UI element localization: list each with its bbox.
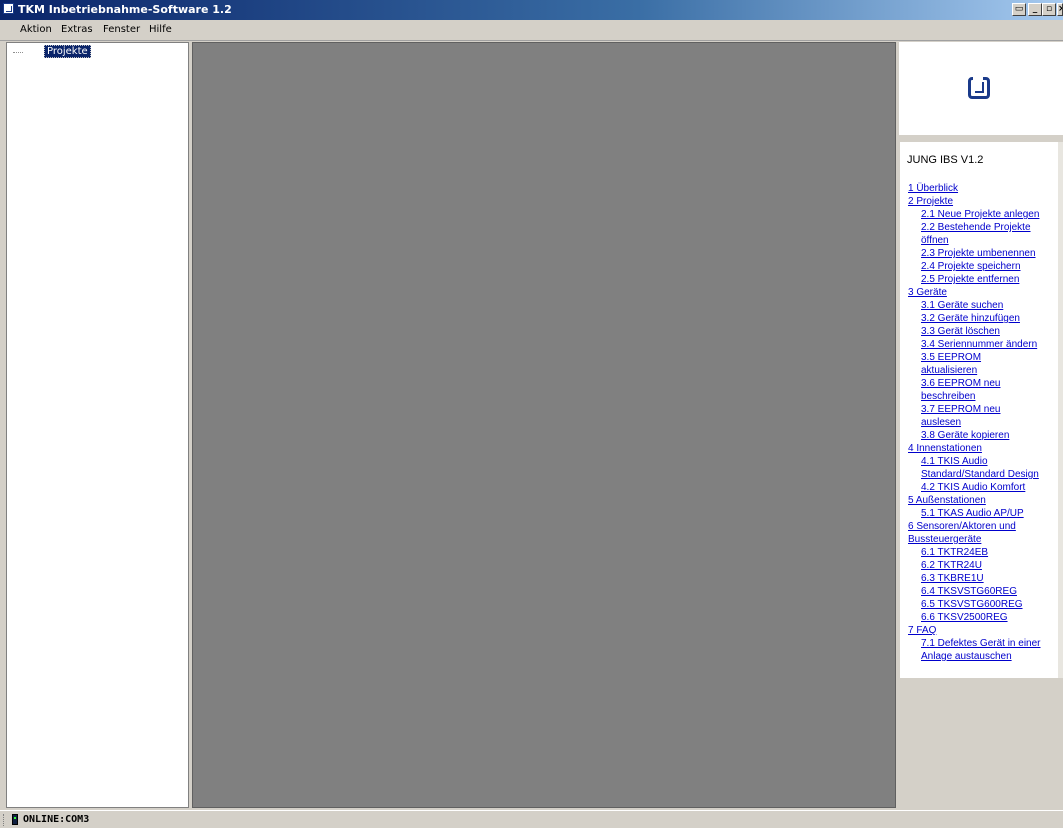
- help-link-aussenstationen[interactable]: 5 Außenstationen: [908, 494, 986, 507]
- help-link-sensoren-cont[interactable]: Bussteuergeräte: [908, 533, 981, 546]
- help-link-tksvstg60reg[interactable]: 6.4 TKSVSTG60REG: [921, 585, 1017, 598]
- close-button[interactable]: ×: [1057, 3, 1063, 16]
- help-scrollbar[interactable]: [1058, 142, 1063, 678]
- connection-status-text: ONLINE:COM3: [23, 814, 90, 825]
- help-link-geraete-suchen[interactable]: 3.1 Geräte suchen: [921, 299, 1003, 312]
- status-grip: [3, 814, 6, 826]
- help-title: JUNG IBS V1.2: [907, 154, 984, 166]
- app-logo-icon[interactable]: [3, 3, 14, 14]
- restore-icon[interactable]: ▭: [1012, 3, 1026, 16]
- tree-node-projekte[interactable]: Projekte: [44, 45, 91, 58]
- help-panel: JUNG IBS V1.2 1 Überblick 2 Projekte 2.1…: [900, 142, 1063, 678]
- menu-hilfe[interactable]: Hilfe: [149, 24, 172, 35]
- help-link-eeprom-auslesen[interactable]: 3.7 EEPROM neu: [921, 403, 1000, 416]
- menu-fenster[interactable]: Fenster: [103, 24, 140, 35]
- help-link-eeprom-beschreiben-cont[interactable]: beschreiben: [921, 390, 975, 403]
- project-tree[interactable]: Projekte: [6, 42, 189, 808]
- minimize-button[interactable]: _: [1028, 3, 1042, 16]
- help-link-sensoren[interactable]: 6 Sensoren/Aktoren und: [908, 520, 1016, 533]
- help-link-eeprom-beschreiben[interactable]: 3.6 EEPROM neu: [921, 377, 1000, 390]
- help-link-bestehende-projekte[interactable]: 2.2 Bestehende Projekte: [921, 221, 1031, 234]
- help-link-projekte-entfernen[interactable]: 2.5 Projekte entfernen: [921, 273, 1019, 286]
- jung-logo-icon: [968, 77, 990, 99]
- help-link-tktr24u[interactable]: 6.2 TKTR24U: [921, 559, 982, 572]
- help-link-geraete-kopieren[interactable]: 3.8 Geräte kopieren: [921, 429, 1009, 442]
- help-link-innenstationen[interactable]: 4 Innenstationen: [908, 442, 982, 455]
- help-link-tkis-audio[interactable]: 4.1 TKIS Audio: [921, 455, 988, 468]
- help-link-defektes-geraet[interactable]: 7.1 Defektes Gerät in einer: [921, 637, 1041, 650]
- help-link-bestehende-projekte-cont[interactable]: öffnen: [921, 234, 949, 247]
- help-link-neue-projekte[interactable]: 2.1 Neue Projekte anlegen: [921, 208, 1039, 221]
- help-link-geraete[interactable]: 3 Geräte: [908, 286, 947, 299]
- help-link-eeprom-aktualisieren-cont[interactable]: aktualisieren: [921, 364, 977, 377]
- help-link-ueberblick[interactable]: 1 Überblick: [908, 182, 958, 195]
- help-link-projekte-umbenennen[interactable]: 2.3 Projekte umbenennen: [921, 247, 1036, 260]
- help-link-seriennummer[interactable]: 3.4 Seriennummer ändern: [921, 338, 1037, 351]
- menu-bar: Aktion Extras Fenster Hilfe: [0, 20, 1063, 41]
- window-title: TKM Inbetriebnahme-Software 1.2: [18, 3, 232, 16]
- help-link-faq[interactable]: 7 FAQ: [908, 624, 936, 637]
- help-link-tksv2500reg[interactable]: 6.6 TKSV2500REG: [921, 611, 1008, 624]
- help-link-eeprom-auslesen-cont[interactable]: auslesen: [921, 416, 961, 429]
- menu-extras[interactable]: Extras: [61, 24, 93, 35]
- help-link-eeprom-aktualisieren[interactable]: 3.5 EEPROM: [921, 351, 981, 364]
- help-link-tkis-komfort[interactable]: 4.2 TKIS Audio Komfort: [921, 481, 1025, 494]
- help-link-tktr24eb[interactable]: 6.1 TKTR24EB: [921, 546, 988, 559]
- status-bar: ONLINE:COM3: [0, 810, 1063, 828]
- maximize-button[interactable]: ▫: [1042, 3, 1056, 16]
- help-link-defektes-geraet-cont[interactable]: Anlage austauschen: [921, 650, 1012, 663]
- help-link-projekte-speichern[interactable]: 2.4 Projekte speichern: [921, 260, 1021, 273]
- connection-status-icon: [12, 814, 18, 825]
- logo-panel: [899, 42, 1063, 135]
- help-link-tkbre1u[interactable]: 6.3 TKBRE1U: [921, 572, 984, 585]
- help-link-tkis-audio-cont[interactable]: Standard/Standard Design: [921, 468, 1039, 481]
- help-link-tkas-audio[interactable]: 5.1 TKAS Audio AP/UP: [921, 507, 1024, 520]
- help-link-projekte[interactable]: 2 Projekte: [908, 195, 953, 208]
- menu-aktion[interactable]: Aktion: [20, 24, 52, 35]
- mdi-workspace[interactable]: [192, 42, 896, 808]
- help-link-geraete-hinzufuegen[interactable]: 3.2 Geräte hinzufügen: [921, 312, 1020, 325]
- help-link-geraet-loeschen[interactable]: 3.3 Gerät löschen: [921, 325, 1000, 338]
- tree-connector: [13, 52, 23, 53]
- title-bar: TKM Inbetriebnahme-Software 1.2 ▭ _ ▫ ×: [0, 0, 1063, 20]
- help-link-tksvstg600reg[interactable]: 6.5 TKSVSTG600REG: [921, 598, 1023, 611]
